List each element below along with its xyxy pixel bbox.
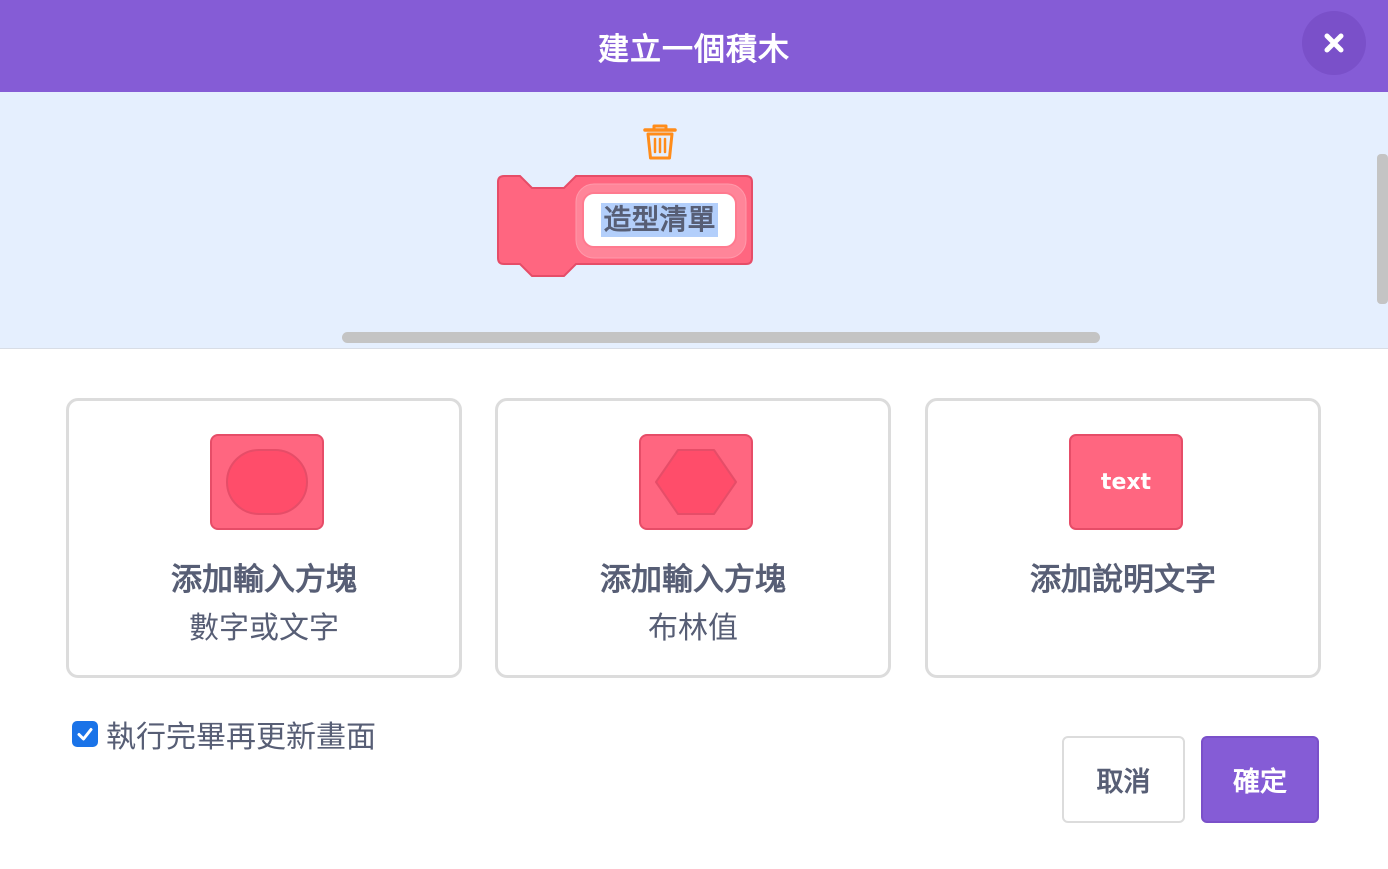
- run-without-refresh-label: 執行完畢再更新畫面: [106, 720, 376, 755]
- option-title: 添加輸入方塊: [600, 562, 786, 598]
- option-subtitle: 布林值: [648, 611, 738, 646]
- option-title: 添加說明文字: [1030, 562, 1216, 598]
- horizontal-scrollbar[interactable]: [342, 332, 1100, 343]
- dialog-header: 建立一個積木: [0, 0, 1388, 92]
- rounded-input-icon: [210, 434, 324, 530]
- checkmark-icon: [77, 728, 93, 741]
- close-icon: [1324, 33, 1344, 53]
- option-title: 添加輸入方塊: [171, 562, 357, 598]
- vertical-scrollbar[interactable]: [1377, 154, 1388, 304]
- add-label-text-option[interactable]: text 添加說明文字: [925, 398, 1321, 678]
- close-button[interactable]: [1302, 11, 1366, 75]
- run-without-refresh-checkbox[interactable]: [72, 721, 98, 747]
- block-preview-workspace: 造型清單: [0, 92, 1388, 349]
- add-number-text-input-option[interactable]: 添加輸入方塊 數字或文字: [66, 398, 462, 678]
- dialog-title: 建立一個積木: [598, 31, 790, 68]
- block-name-text: 造型清單: [601, 203, 718, 237]
- trash-icon[interactable]: [641, 122, 679, 162]
- run-without-refresh-checkbox-row[interactable]: 執行完畢再更新畫面: [72, 716, 376, 755]
- make-block-dialog: 建立一個積木 造型清單 添加輸入方塊 數字或文字 添加輸入方塊 布林值 text…: [0, 0, 1388, 869]
- block-name-input[interactable]: 造型清單: [582, 192, 737, 248]
- boolean-input-icon: [639, 434, 753, 530]
- add-boolean-input-option[interactable]: 添加輸入方塊 布林值: [495, 398, 891, 678]
- ok-button[interactable]: 確定: [1201, 736, 1319, 823]
- cancel-button[interactable]: 取消: [1062, 736, 1185, 823]
- option-subtitle: 數字或文字: [189, 611, 339, 646]
- label-text-icon: text: [1069, 434, 1183, 530]
